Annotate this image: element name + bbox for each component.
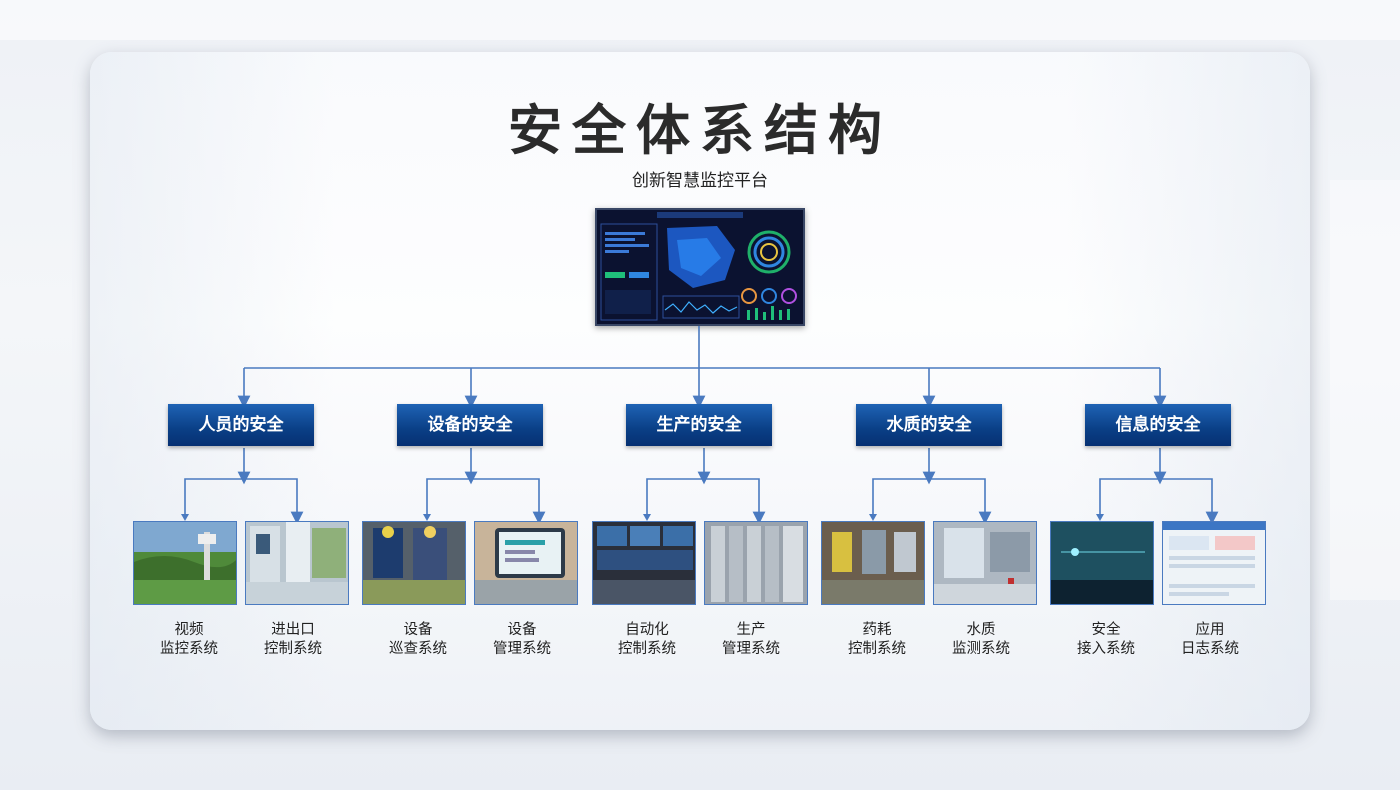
system-label-automation-control: 自动化 控制系统: [618, 622, 676, 657]
system-label-application-log: 应用 日志系统: [1181, 622, 1239, 657]
system-label-equipment-inspection: 设备 巡查系统: [389, 622, 447, 657]
category-information-safety[interactable]: 信息的安全: [1085, 404, 1231, 446]
category-production-safety[interactable]: 生产的安全: [626, 404, 772, 446]
thumb-video-monitoring: [133, 521, 237, 605]
system-label-secure-access: 安全 接入系统: [1077, 622, 1135, 657]
thumb-equipment-inspection: [362, 521, 466, 605]
system-label-video-monitoring: 视频 监控系统: [160, 622, 218, 657]
system-label-water-quality-monitoring: 水质 监测系统: [952, 622, 1010, 657]
thumb-application-log: [1162, 521, 1266, 605]
connector-lines: [181, 326, 1219, 525]
thumb-chemical-dosing-control: [821, 521, 925, 605]
category-personnel-safety[interactable]: 人员的安全: [168, 404, 314, 446]
system-label-access-control: 进出口 控制系统: [264, 622, 322, 657]
category-equipment-safety[interactable]: 设备的安全: [397, 404, 543, 446]
thumb-secure-access: [1050, 521, 1154, 605]
system-label-chemical-dosing-control: 药耗 控制系统: [848, 622, 906, 657]
thumb-access-control: [245, 521, 349, 605]
category-water-quality-safety[interactable]: 水质的安全: [856, 404, 1002, 446]
thumb-production-management: [704, 521, 808, 605]
thumb-automation-control: [592, 521, 696, 605]
thumb-water-quality-monitoring: [933, 521, 1037, 605]
thumb-equipment-management: [474, 521, 578, 605]
system-label-production-management: 生产 管理系统: [722, 622, 780, 657]
system-label-equipment-management: 设备 管理系统: [493, 622, 551, 657]
